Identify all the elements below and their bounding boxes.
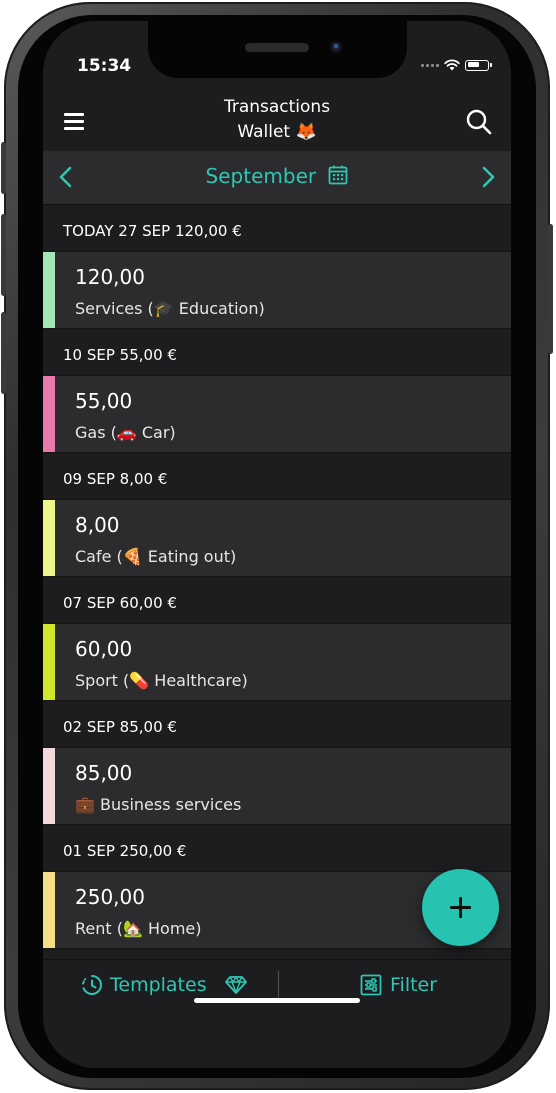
calendar-icon — [329, 165, 348, 185]
home-indicator[interactable] — [194, 998, 360, 1003]
transaction-row[interactable]: 8,00 Cafe (🍕 Eating out) — [43, 499, 511, 577]
transaction-group: 07 SEP 60,00 € 60,00 Sport (💊 Healthcare… — [43, 577, 511, 701]
date-group-header: 07 SEP 60,00 € — [43, 577, 511, 623]
transaction-category: Cafe (🍕 Eating out) — [75, 547, 237, 566]
search-icon[interactable] — [465, 108, 493, 136]
wifi-icon — [444, 59, 460, 71]
transaction-category: Gas (🚗 Car) — [75, 423, 176, 442]
transaction-group: 10 SEP 55,00 € 55,00 Gas (🚗 Car) — [43, 329, 511, 453]
category-color-strip — [43, 376, 55, 452]
transaction-amount: 250,00 — [75, 885, 145, 909]
filter-label: Filter — [390, 974, 438, 996]
front-camera — [330, 41, 342, 53]
date-group-header: 02 SEP 85,00 € — [43, 701, 511, 747]
transaction-category: Rent (🏡 Home) — [75, 919, 202, 938]
date-group-header: 10 SEP 55,00 € — [43, 329, 511, 375]
transaction-row[interactable]: 85,00 💼 Business services — [43, 747, 511, 825]
app-screen: 15:34 Transactions Wallet 🦊 September TO… — [43, 21, 511, 1068]
date-group-header: 09 SEP 8,00 € — [43, 453, 511, 499]
speaker-grille — [245, 43, 309, 52]
transaction-row[interactable]: 55,00 Gas (🚗 Car) — [43, 375, 511, 453]
transaction-amount: 60,00 — [75, 637, 133, 661]
battery-icon — [465, 59, 492, 71]
category-color-strip — [43, 624, 55, 700]
transaction-amount: 120,00 — [75, 265, 145, 289]
status-time: 15:34 — [77, 56, 132, 76]
category-color-strip — [43, 748, 55, 824]
page-title: Transactions — [223, 97, 331, 117]
transaction-category: Sport (💊 Healthcare) — [75, 671, 248, 690]
silent-switch — [1, 142, 6, 194]
status-icons — [421, 59, 492, 71]
transaction-amount: 85,00 — [75, 761, 133, 785]
templates-label: Templates — [110, 974, 207, 996]
templates-icon — [82, 975, 102, 995]
category-color-strip — [43, 872, 55, 948]
add-transaction-button[interactable] — [422, 869, 499, 946]
transaction-row[interactable]: 60,00 Sport (💊 Healthcare) — [43, 623, 511, 701]
category-color-strip — [43, 500, 55, 576]
menu-icon[interactable] — [64, 113, 84, 130]
month-label: September — [205, 164, 317, 188]
title-block: Transactions Wallet 🦊 — [133, 95, 421, 145]
transaction-row[interactable]: 120,00 Services (🎓 Education) — [43, 251, 511, 329]
wallet-name[interactable]: Wallet 🦊 — [133, 120, 421, 145]
month-label-wrap[interactable]: September — [43, 164, 511, 188]
notch — [148, 21, 407, 78]
transaction-group: 09 SEP 8,00 € 8,00 Cafe (🍕 Eating out) — [43, 453, 511, 577]
volume-down-button — [1, 312, 6, 394]
templates-button[interactable]: Templates — [81, 974, 254, 996]
category-color-strip — [43, 252, 55, 328]
chevron-right-icon[interactable] — [473, 163, 501, 191]
transaction-category: 💼 Business services — [75, 795, 242, 814]
date-group-header: TODAY 27 SEP 120,00 € — [43, 205, 511, 251]
filter-icon — [360, 974, 382, 996]
transaction-amount: 8,00 — [75, 513, 120, 537]
transaction-amount: 55,00 — [75, 389, 133, 413]
power-button — [548, 224, 553, 354]
bottom-bar: Templates Filter — [43, 959, 511, 1068]
transaction-group: TODAY 27 SEP 120,00 € 120,00 Services (🎓… — [43, 205, 511, 329]
transaction-category: Services (🎓 Education) — [75, 299, 265, 318]
month-selector: September — [43, 151, 511, 204]
app-header: Transactions Wallet 🦊 — [43, 87, 511, 151]
filter-button[interactable]: Filter — [360, 974, 437, 996]
transaction-group: 02 SEP 85,00 € 85,00 💼 Business services — [43, 701, 511, 825]
volume-up-button — [1, 214, 6, 296]
date-group-header: 01 SEP 250,00 € — [43, 825, 511, 871]
transaction-list: TODAY 27 SEP 120,00 € 120,00 Services (🎓… — [43, 205, 511, 949]
signal-icon — [421, 63, 439, 67]
diamond-icon — [224, 976, 247, 994]
